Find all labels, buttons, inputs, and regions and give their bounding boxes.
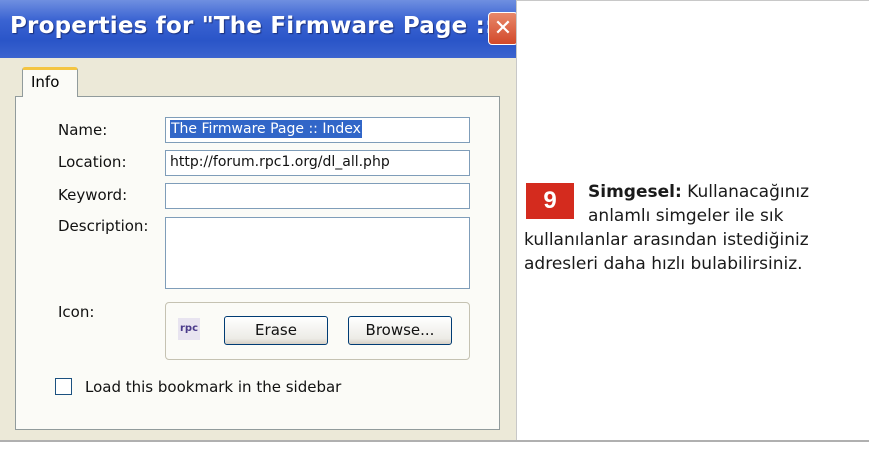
caption-term: Simgesel: — [588, 182, 682, 202]
name-label: Name: — [58, 121, 108, 139]
close-button[interactable]: ✕ — [488, 12, 516, 45]
location-field[interactable]: http://forum.rpc1.org/dl_all.php — [165, 150, 470, 176]
icon-group: rpc Erase Browse... — [165, 302, 470, 360]
caption-line-3: kullanılanlar arasından istediğiniz — [524, 230, 809, 250]
properties-dialog: Properties for "The Firmware Page :: Ind… — [0, 0, 516, 440]
caption-line-1-rest: Kullanacağınız — [681, 182, 809, 202]
caption-line-1: Simgesel: Kullanacağınız — [588, 181, 809, 203]
browse-button[interactable]: Browse... — [348, 316, 452, 345]
name-field-value: The Firmware Page :: Index — [170, 120, 362, 138]
name-field[interactable]: The Firmware Page :: Index — [165, 117, 470, 143]
frame-bottom-line — [0, 440, 869, 442]
bookmark-favicon-icon: rpc — [178, 318, 200, 340]
dialog-title: Properties for "The Firmware Page :: Ind… — [10, 13, 516, 39]
description-label: Description: — [58, 217, 149, 235]
icon-label: Icon: — [58, 303, 95, 321]
sidebar-checkbox[interactable] — [55, 378, 72, 395]
tab-info-label: Info — [31, 73, 60, 91]
description-field[interactable] — [165, 217, 470, 289]
caption-line-2: anlamlı simgeler ile sık — [588, 206, 784, 226]
keyword-field[interactable] — [165, 183, 470, 209]
sidebar-checkbox-label[interactable]: Load this bookmark in the sidebar — [85, 378, 341, 396]
location-label: Location: — [58, 153, 127, 171]
close-icon: ✕ — [493, 15, 513, 41]
step-number-badge: 9 — [526, 183, 574, 219]
keyword-label: Keyword: — [58, 186, 128, 204]
caption-line-4: adresleri daha hızlı bulabilirsiniz. — [524, 254, 803, 274]
erase-button[interactable]: Erase — [224, 316, 328, 345]
frame-divider-line — [516, 0, 517, 441]
dialog-titlebar[interactable]: Properties for "The Firmware Page :: Ind… — [0, 0, 516, 58]
tab-info[interactable]: Info — [22, 67, 78, 97]
